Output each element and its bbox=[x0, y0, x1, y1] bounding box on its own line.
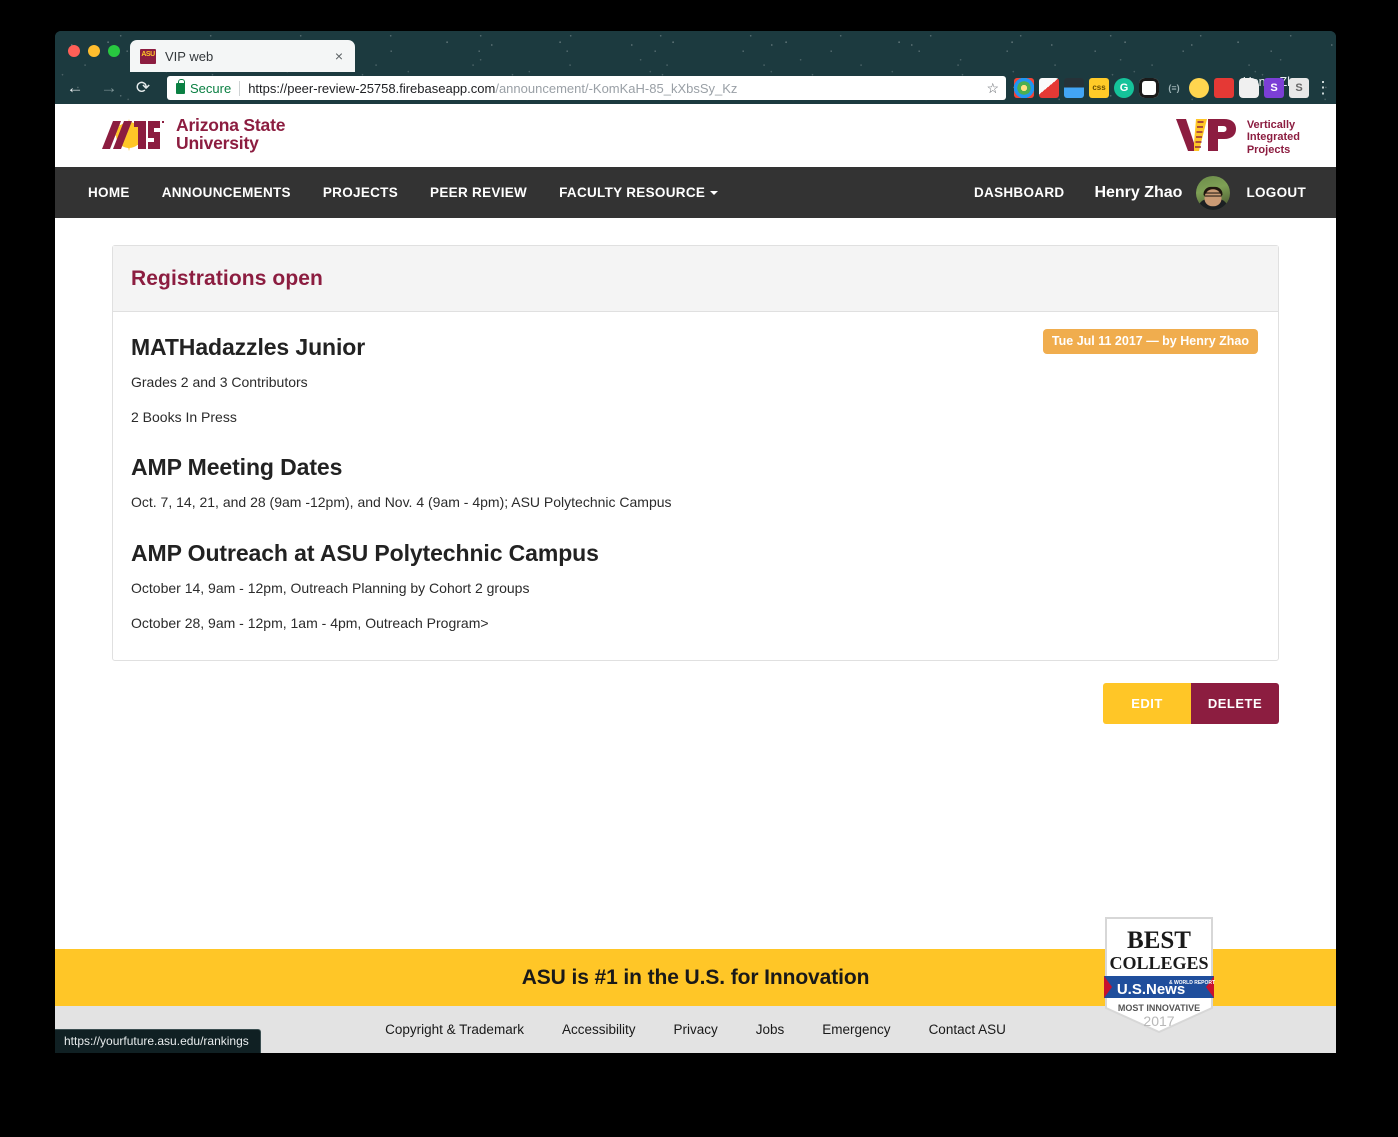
innovation-banner[interactable]: ASU is #1 in the U.S. for Innovation BES… bbox=[55, 917, 1336, 1034]
status-badge: Tue Jul 11 2017 — by Henry Zhao bbox=[1042, 329, 1258, 354]
page-title: Registrations open bbox=[131, 267, 323, 290]
announcement-panel: Registrations open Tue Jul 11 2017 — by … bbox=[112, 245, 1279, 661]
lock-icon bbox=[176, 78, 185, 94]
navbar-user-name[interactable]: Henry Zhao bbox=[1080, 184, 1196, 202]
maximize-window-button[interactable] bbox=[108, 45, 120, 57]
main-content: Registrations open Tue Jul 11 2017 — by … bbox=[55, 218, 1336, 878]
avatar-glasses bbox=[1204, 192, 1222, 197]
reload-icon[interactable]: ⟳ bbox=[129, 74, 157, 102]
nav-item-home[interactable]: HOME bbox=[72, 167, 146, 218]
announcement-paragraph: 2 Books In Press bbox=[131, 409, 237, 426]
action-row: EDIT DELETE bbox=[112, 682, 1279, 724]
forward-icon[interactable]: → bbox=[95, 74, 123, 102]
asu-wordmark: Arizona State University bbox=[176, 115, 286, 153]
secure-label: Secure bbox=[190, 80, 232, 96]
chrome-extension-6-icon[interactable] bbox=[1139, 78, 1159, 98]
page-viewport: Arizona State University Vertically Inte… bbox=[55, 104, 1336, 1053]
tab-strip: VIP web × bbox=[55, 31, 1336, 72]
browser-tab[interactable]: VIP web × bbox=[130, 40, 355, 72]
chrome-extension-7-icon[interactable]: (≡) bbox=[1164, 78, 1184, 98]
browser-window: VIP web × Henry Zhao ← → ⟳ Secure https:… bbox=[55, 31, 1336, 1053]
navbar-right: DASHBOARD Henry Zhao LOGOUT bbox=[958, 167, 1336, 218]
extensions-bar: css G (≡) S S ⋮ bbox=[1014, 78, 1336, 98]
chrome-extension-css-icon[interactable]: css bbox=[1089, 78, 1109, 98]
nav-item-faculty-resource[interactable]: FACULTY RESOURCE bbox=[543, 167, 734, 218]
announcement-panel-header: Registrations open bbox=[113, 246, 1278, 312]
chrome-extension-10-icon[interactable] bbox=[1239, 78, 1259, 98]
url-origin: https://peer-review-25758.firebaseapp.co… bbox=[248, 80, 496, 96]
nav-item-projects[interactable]: PROJECTS bbox=[307, 167, 414, 218]
back-icon[interactable]: ← bbox=[61, 74, 89, 102]
vip-wordmark-line2: Integrated bbox=[1246, 131, 1300, 144]
footer-link-privacy[interactable]: Privacy bbox=[673, 1022, 717, 1037]
asu-favicon-icon bbox=[140, 48, 156, 64]
svg-text:MOST INNOVATIVE: MOST INNOVATIVE bbox=[1118, 1003, 1200, 1013]
close-window-button[interactable] bbox=[68, 45, 80, 57]
announcement-heading: AMP Meeting Dates bbox=[131, 454, 343, 481]
chevron-down-icon bbox=[710, 191, 719, 196]
nav-item-logout[interactable]: LOGOUT bbox=[1230, 167, 1322, 218]
nav-item-announcements[interactable]: ANNOUNCEMENTS bbox=[146, 167, 307, 218]
main-navbar: HOME ANNOUNCEMENTS PROJECTS PEER REVIEW … bbox=[55, 167, 1336, 218]
nav-item-faculty-resource-label: FACULTY RESOURCE bbox=[559, 185, 706, 200]
asu-wordmark-line1: Arizona State bbox=[176, 115, 286, 135]
best-colleges-badge-icon[interactable]: BEST COLLEGES U.S.News & WORLD REPORT MO… bbox=[1102, 916, 1216, 1034]
svg-text:& WORLD REPORT: & WORLD REPORT bbox=[1169, 980, 1215, 986]
status-bubble: https://yourfuture.asu.edu/rankings bbox=[55, 1029, 261, 1053]
svg-text:BEST: BEST bbox=[1127, 927, 1191, 954]
edit-button[interactable]: EDIT bbox=[1103, 682, 1191, 724]
asu-pitchfork-icon bbox=[100, 118, 166, 152]
address-bar[interactable]: Secure https://peer-review-25758.firebas… bbox=[167, 76, 1006, 100]
url-text: https://peer-review-25758.firebaseapp.co… bbox=[248, 81, 737, 96]
vip-wordmark-line1: Vertically bbox=[1246, 118, 1296, 131]
announcement-paragraph: Grades 2 and 3 Contributors bbox=[131, 374, 308, 390]
chrome-menu-icon[interactable]: ⋮ bbox=[1314, 78, 1332, 98]
grammarly-extension-icon[interactable]: G bbox=[1114, 78, 1134, 98]
browser-toolbar: ← → ⟳ Secure https://peer-review-25758.f… bbox=[55, 72, 1336, 104]
avatar[interactable] bbox=[1196, 175, 1231, 210]
window-controls bbox=[68, 45, 120, 57]
announcement-paragraph: Oct. 7, 14, 21, and 28 (9am -12pm), and … bbox=[131, 494, 672, 511]
close-tab-icon[interactable]: × bbox=[331, 48, 347, 64]
footer-link-emergency[interactable]: Emergency bbox=[822, 1022, 890, 1037]
announcement-heading: AMP Outreach at ASU Polytechnic Campus bbox=[131, 539, 599, 566]
vip-wordmark-line3: Projects bbox=[1246, 143, 1291, 156]
tab-title: VIP web bbox=[165, 48, 214, 64]
bookmark-star-icon[interactable]: ☆ bbox=[978, 80, 999, 97]
chrome-extension-s-purple-icon[interactable]: S bbox=[1264, 78, 1284, 98]
nav-item-peer-review[interactable]: PEER REVIEW bbox=[414, 167, 543, 218]
chrome-extension-8-icon[interactable] bbox=[1189, 78, 1209, 98]
footer-link-jobs[interactable]: Jobs bbox=[756, 1022, 785, 1037]
svg-text:COLLEGES: COLLEGES bbox=[1109, 953, 1208, 973]
innovation-banner-text: ASU is #1 in the U.S. for Innovation bbox=[521, 965, 870, 989]
chrome-extension-3-icon[interactable] bbox=[1064, 78, 1084, 98]
chrome-extension-s-grey-icon[interactable]: S bbox=[1289, 78, 1309, 98]
asu-brand-header: Arizona State University Vertically Inte… bbox=[55, 104, 1336, 167]
announcement-paragraph: October 28, 9am - 12pm, 1am - 4pm, Outre… bbox=[131, 614, 489, 631]
chrome-extension-1-icon[interactable] bbox=[1014, 78, 1034, 98]
omnibox-divider bbox=[239, 80, 241, 96]
vip-mark-icon bbox=[1174, 116, 1238, 159]
asu-logo[interactable]: Arizona State University bbox=[100, 115, 286, 153]
vip-logo[interactable]: Vertically Integrated Projects bbox=[1174, 116, 1300, 159]
announcement-paragraph: October 14, 9am - 12pm, Outreach Plannin… bbox=[131, 579, 530, 596]
asu-wordmark-line2: University bbox=[176, 132, 259, 153]
vip-wordmark: Vertically Integrated Projects bbox=[1247, 119, 1300, 157]
chrome-extension-2-icon[interactable] bbox=[1039, 78, 1059, 98]
footer-link-accessibility[interactable]: Accessibility bbox=[562, 1022, 636, 1037]
nav-item-dashboard[interactable]: DASHBOARD bbox=[958, 167, 1080, 218]
delete-button[interactable]: DELETE bbox=[1191, 682, 1279, 724]
svg-text:2017: 2017 bbox=[1143, 1013, 1174, 1029]
footer-link-contact-asu[interactable]: Contact ASU bbox=[929, 1022, 1006, 1037]
chrome-extension-9-icon[interactable] bbox=[1214, 78, 1234, 98]
url-path: /announcement/-KomKaH-85_kXbsSy_Kz bbox=[495, 80, 738, 96]
footer-link-copyright-trademark[interactable]: Copyright & Trademark bbox=[385, 1022, 524, 1037]
announcement-panel-body: Tue Jul 11 2017 — by Henry Zhao MATHadaz… bbox=[113, 312, 1278, 660]
minimize-window-button[interactable] bbox=[88, 45, 100, 57]
